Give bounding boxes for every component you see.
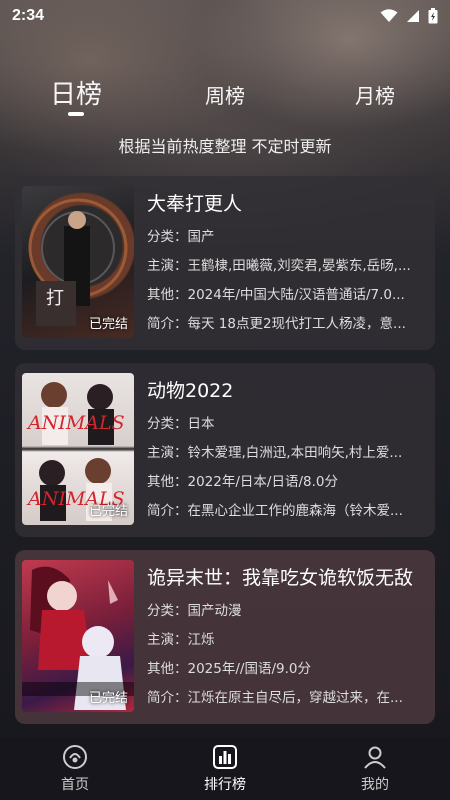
- status-badge: 已完结: [88, 317, 128, 332]
- card-other: 其他：2025年//国语/9.0分: [147, 661, 311, 677]
- card-intro: 简介：江烁在原主自尽后，穿越过来，在...: [147, 690, 403, 706]
- ranking-card[interactable]: 已完结 诡异末世：我靠吃女诡软饭无敌 分类：国产动漫 主演：江烁 其他：2025…: [15, 550, 435, 724]
- card-other: 其他：2024年/中国大陆/汉语普通话/7.0...: [147, 287, 405, 303]
- card-cast: 主演：王鹤棣,田曦薇,刘奕君,晏紫东,岳旸,...: [147, 258, 411, 274]
- status-badge: 已完结: [88, 504, 128, 519]
- nav-home-label: 首页: [61, 777, 89, 793]
- battery-icon: [428, 8, 438, 24]
- bottom-nav: 首页 排行榜 我的: [0, 738, 450, 800]
- card-title: 诡异末世：我靠吃女诡软饭无敌: [147, 567, 414, 589]
- tab-weekly[interactable]: 周榜: [195, 80, 255, 124]
- poster-image: 已完结: [22, 560, 134, 712]
- card-title: 大奉打更人: [147, 193, 243, 215]
- signal-icon: [407, 10, 419, 22]
- tab-daily[interactable]: 日榜: [45, 74, 107, 118]
- card-other: 其他：2022年/日本/日语/8.0分: [147, 474, 338, 490]
- card-category: 分类：国产动漫: [147, 603, 242, 619]
- nav-profile-label: 我的: [361, 777, 389, 793]
- wifi-icon: [380, 9, 398, 22]
- status-time: 2:34: [12, 7, 45, 24]
- card-cast: 主演：江烁: [147, 632, 215, 648]
- profile-icon: [364, 746, 386, 769]
- status-badge: 已完结: [88, 691, 128, 706]
- tab-weekly-label: 周榜: [205, 84, 245, 108]
- poster-image: 打 已完结: [22, 186, 134, 338]
- card-cast: 主演：铃木爱理,白洲迅,本田响矢,村上爱...: [147, 445, 403, 461]
- status-bar: 2:34: [0, 0, 450, 32]
- card-title: 动物2022: [147, 380, 234, 402]
- ranking-subtitle: 根据当前热度整理 不定时更新: [118, 137, 332, 156]
- card-intro: 简介：在黑心企业工作的鹿森海（铃木爱...: [147, 503, 403, 519]
- poster-image: ANIMALS ANIMALS 已完结: [22, 373, 134, 525]
- svg-text:打: 打: [46, 288, 64, 309]
- ranking-card[interactable]: 打 已完结 大奉打更人 分类：国产 主演：王鹤棣,田曦薇,刘奕君,晏紫东,岳旸,…: [15, 176, 435, 350]
- tab-monthly-label: 月榜: [355, 84, 395, 108]
- card-category: 分类：国产: [147, 229, 215, 245]
- tab-daily-label: 日榜: [49, 80, 102, 110]
- home-icon: [63, 745, 87, 769]
- card-intro: 简介：每天 18点更2现代打工人杨凌，意...: [147, 316, 406, 332]
- active-tab-indicator: [68, 112, 84, 116]
- card-category: 分类：日本: [147, 416, 215, 432]
- nav-profile[interactable]: 我的: [325, 744, 425, 794]
- ranking-tabs: 日榜 周榜 月榜: [0, 74, 450, 118]
- ranking-icon: [213, 745, 237, 769]
- svg-text:ANIMALS: ANIMALS: [26, 412, 125, 434]
- nav-home[interactable]: 首页: [25, 744, 125, 794]
- tab-monthly[interactable]: 月榜: [345, 80, 405, 124]
- status-icons: [380, 8, 438, 24]
- nav-ranking-label: 排行榜: [204, 777, 246, 793]
- nav-ranking[interactable]: 排行榜: [175, 744, 275, 794]
- ranking-card[interactable]: ANIMALS ANIMALS 已完结 动物2022 分类：日本 主演：铃木爱理…: [15, 363, 435, 537]
